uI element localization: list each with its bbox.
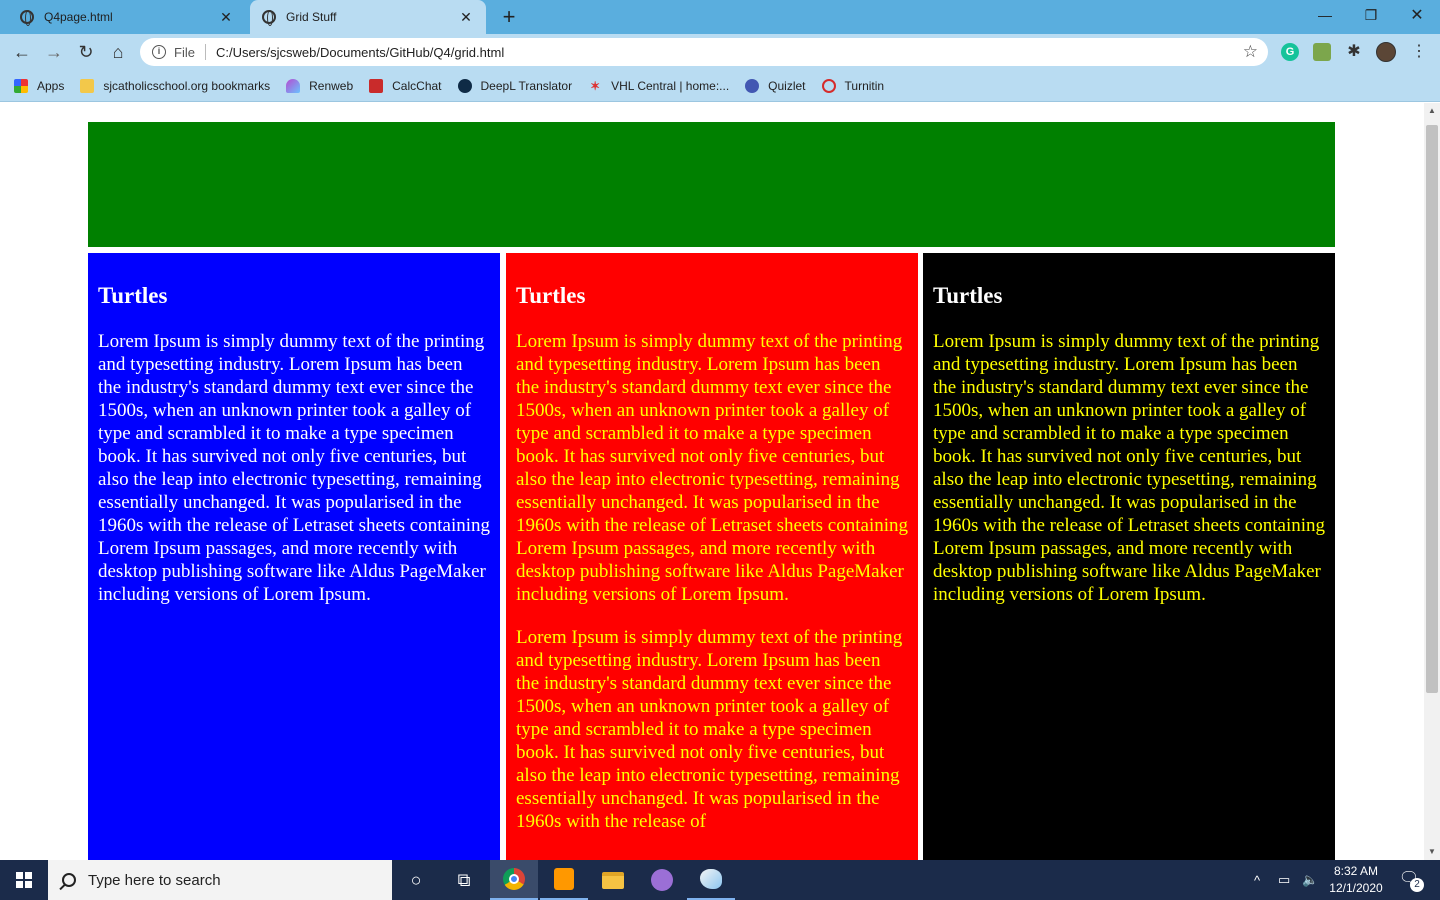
cat-app-icon — [651, 869, 673, 891]
windows-taskbar: Type here to search ○ ⧉ ^ ▭ 🔈 8:32 AM 12… — [0, 860, 1440, 900]
new-tab-button[interactable]: + — [498, 5, 520, 29]
vertical-scrollbar[interactable]: ▲ ▼ — [1424, 103, 1440, 860]
home-button[interactable]: ⌂ — [106, 40, 130, 64]
column-paragraph: Lorem Ipsum is simply dummy text of the … — [516, 627, 903, 832]
globe-icon — [262, 10, 276, 26]
chrome-taskbar-button[interactable] — [490, 860, 538, 900]
bookmark-label: CalcChat — [392, 78, 442, 93]
search-icon — [62, 873, 76, 887]
bookmark-quizlet[interactable]: Quizlet — [745, 78, 806, 93]
content-column-red: Turtles Lorem Ipsum is simply dummy text… — [506, 253, 918, 860]
globe-icon — [20, 10, 34, 26]
bookmark-label: VHL Central | home:... — [611, 78, 730, 93]
bookmark-calcchat[interactable]: CalcChat — [369, 78, 442, 93]
column-paragraph: Lorem Ipsum is simply dummy text of the … — [516, 331, 909, 605]
column-heading: Turtles — [933, 283, 1003, 308]
start-button[interactable] — [0, 860, 48, 900]
sublime-text-taskbar-button[interactable] — [540, 860, 588, 900]
page-viewport: Turtles Lorem Ipsum is simply dummy text… — [0, 103, 1424, 860]
turnitin-icon — [821, 78, 836, 93]
bookmark-label: Renweb — [309, 78, 354, 93]
grammarly-extension-icon[interactable]: G — [1281, 43, 1299, 61]
scroll-down-arrow-icon[interactable]: ▼ — [1424, 844, 1440, 860]
sublime-text-icon — [554, 868, 574, 890]
vhl-icon: ✶ — [590, 78, 601, 93]
volume-muted-icon[interactable]: 🔈 — [1302, 860, 1318, 900]
cortana-icon[interactable]: ○ — [392, 860, 440, 900]
deepl-icon — [457, 78, 472, 93]
clock-date: 12/1/2020 — [1329, 881, 1383, 895]
apps-grid-icon — [14, 78, 28, 93]
divider — [204, 44, 206, 60]
content-column-blue: Turtles Lorem Ipsum is simply dummy text… — [88, 253, 500, 860]
renweb-icon — [286, 78, 301, 93]
back-button[interactable]: ← — [10, 40, 34, 64]
content-column-black: Turtles Lorem Ipsum is simply dummy text… — [923, 253, 1335, 860]
chrome-icon — [503, 868, 525, 890]
task-view-icon[interactable]: ⧉ — [440, 860, 488, 900]
bookmark-label: Quizlet — [768, 78, 806, 93]
paint-palette-icon — [700, 869, 722, 889]
minimize-button[interactable]: — — [1302, 0, 1348, 30]
restore-button[interactable]: ❐ — [1348, 0, 1394, 30]
url-text[interactable]: C:/Users/sjcsweb/Documents/GitHub/Q4/gri… — [216, 45, 1243, 60]
extension-icon[interactable] — [1313, 43, 1331, 61]
browser-menu-icon[interactable]: ⋮ — [1410, 43, 1428, 61]
app-taskbar-button[interactable] — [638, 860, 686, 900]
tab-title: Q4page.html — [44, 10, 113, 24]
tab-q4page[interactable]: Q4page.html ✕ — [8, 0, 246, 34]
green-header-block — [88, 122, 1335, 247]
notification-count-badge: 2 — [1410, 878, 1424, 892]
file-explorer-taskbar-button[interactable] — [589, 860, 637, 900]
reload-button[interactable]: ↻ — [74, 40, 98, 64]
show-hidden-icons-chevron-icon[interactable]: ^ — [1254, 860, 1260, 900]
windows-logo-icon — [16, 872, 32, 888]
bookmark-deepl[interactable]: DeepL Translator — [457, 78, 573, 93]
bookmark-label: Apps — [37, 78, 65, 93]
system-clock[interactable]: 8:32 AM 12/1/2020 — [1326, 863, 1386, 897]
extensions-puzzle-icon[interactable]: ✱ — [1345, 43, 1363, 61]
scroll-up-arrow-icon[interactable]: ▲ — [1424, 103, 1440, 119]
tab-grid-stuff[interactable]: Grid Stuff ✕ — [250, 0, 486, 34]
column-heading: Turtles — [98, 283, 168, 308]
tab-close-button[interactable]: ✕ — [218, 9, 234, 26]
bookmark-label: DeepL Translator — [480, 78, 573, 93]
profile-avatar[interactable] — [1376, 42, 1396, 62]
network-icon[interactable]: ▭ — [1278, 860, 1290, 900]
url-scheme-label: File — [174, 44, 195, 60]
bookmark-vhl-central[interactable]: ✶ VHL Central | home:... — [588, 79, 729, 93]
bookmark-turnitin[interactable]: Turnitin — [821, 78, 885, 93]
forward-button[interactable]: → — [42, 40, 66, 64]
action-center-button[interactable]: 🗨 2 — [1398, 868, 1424, 892]
column-paragraph: Lorem Ipsum is simply dummy text of the … — [98, 331, 491, 605]
bookmark-apps[interactable]: Apps — [14, 78, 65, 93]
tab-strip: Q4page.html ✕ Grid Stuff ✕ + — ❐ ✕ — [0, 0, 1440, 34]
paint-taskbar-button[interactable] — [687, 860, 735, 900]
bookmark-folder-sjcatholicschool[interactable]: sjcatholicschool.org bookmarks — [80, 78, 271, 93]
search-placeholder: Type here to search — [88, 871, 221, 889]
column-paragraph: Lorem Ipsum is simply dummy text of the … — [933, 331, 1326, 605]
bookmark-label: sjcatholicschool.org bookmarks — [103, 78, 271, 93]
file-explorer-icon — [602, 871, 624, 889]
bookmark-renweb[interactable]: Renweb — [286, 78, 354, 93]
browser-toolbar: ← → ↻ ⌂ i File C:/Users/sjcsweb/Document… — [0, 34, 1440, 70]
taskbar-search-box[interactable]: Type here to search — [48, 860, 392, 900]
bookmarks-bar: Apps sjcatholicschool.org bookmarks Renw… — [0, 70, 1440, 102]
column-heading: Turtles — [516, 283, 586, 308]
bookmark-star-icon[interactable]: ☆ — [1243, 42, 1258, 62]
address-bar[interactable]: i File C:/Users/sjcsweb/Documents/GitHub… — [140, 38, 1268, 66]
tab-close-button[interactable]: ✕ — [458, 9, 474, 26]
calcchat-icon — [369, 78, 384, 93]
folder-icon — [80, 78, 95, 93]
quizlet-icon — [745, 78, 760, 93]
close-window-button[interactable]: ✕ — [1394, 0, 1440, 30]
clock-time: 8:32 AM — [1333, 864, 1379, 878]
info-icon[interactable]: i — [152, 45, 166, 59]
tab-title: Grid Stuff — [286, 10, 337, 24]
scrollbar-thumb[interactable] — [1426, 125, 1438, 693]
bookmark-label: Turnitin — [844, 78, 885, 93]
